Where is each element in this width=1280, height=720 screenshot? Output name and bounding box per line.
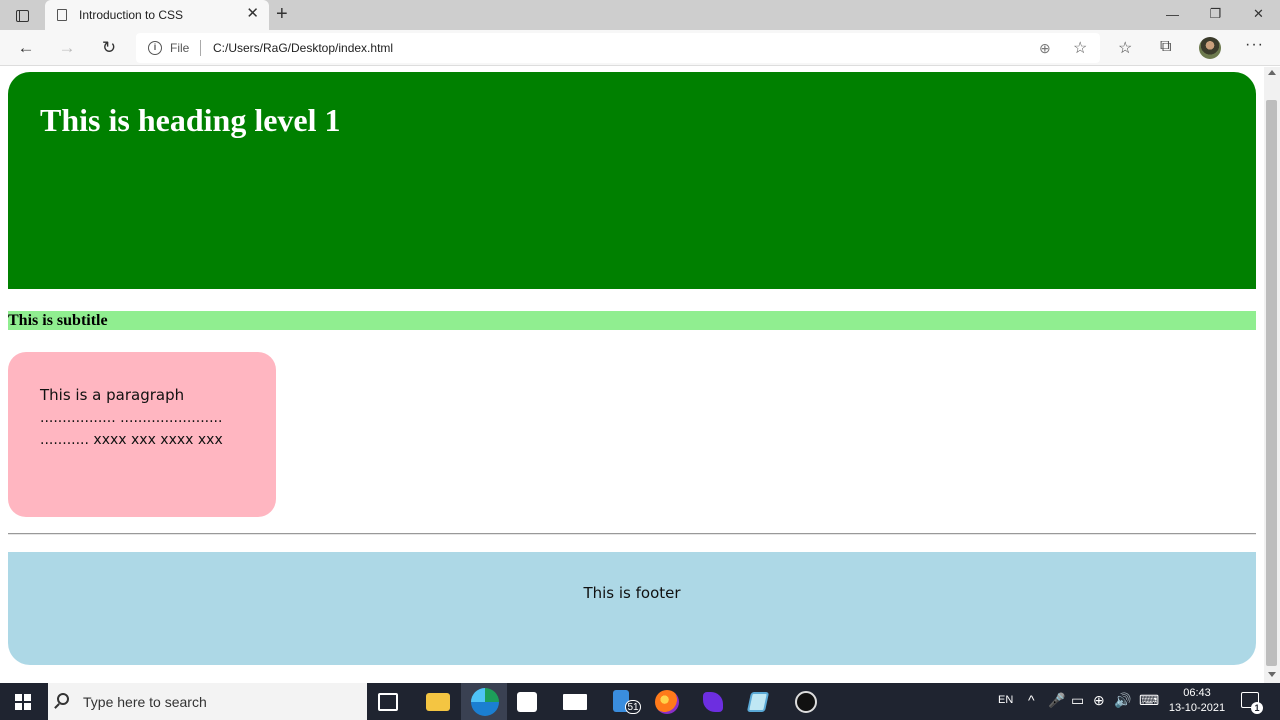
paragraph-line-1: This is a paragraph: [40, 386, 185, 404]
zoom-icon[interactable]: ⊕: [1039, 40, 1051, 57]
address-scheme-label: File: [170, 41, 190, 55]
more-options-icon[interactable]: ···: [1245, 36, 1264, 54]
microphone-icon[interactable]: 🎤: [1048, 692, 1065, 709]
paragraph-line-2: ................. ......................…: [40, 410, 223, 426]
forward-button[interactable]: →: [54, 36, 80, 60]
tab-actions-icon: [15, 10, 29, 22]
scroll-thumb[interactable]: [1266, 100, 1277, 666]
tab-actions-button[interactable]: [8, 5, 36, 27]
footer-text: This is footer: [583, 584, 681, 602]
notepad-icon[interactable]: [746, 692, 770, 712]
taskbar-search[interactable]: Type here to search: [48, 683, 367, 720]
horizontal-rule: [8, 533, 1256, 535]
close-window-button[interactable]: ✕: [1237, 0, 1280, 28]
page-heading: This is heading level 1: [40, 102, 341, 138]
page-viewport: This is heading level 1 This is subtitle…: [0, 67, 1264, 683]
paragraph-line-3: ........... xxxx xxx xxxx xxx: [40, 432, 223, 448]
paragraph: This is a paragraph ................. ..…: [40, 384, 260, 451]
scroll-down-arrow-icon[interactable]: [1268, 672, 1276, 677]
profile-avatar[interactable]: [1199, 37, 1221, 59]
search-placeholder: Type here to search: [83, 694, 207, 710]
app-purple-icon[interactable]: [703, 692, 723, 712]
mail-icon[interactable]: [563, 694, 587, 710]
page-header: This is heading level 1: [8, 72, 1256, 289]
start-button[interactable]: [0, 683, 46, 720]
vertical-scrollbar[interactable]: [1264, 67, 1280, 683]
browser-toolbar: ← → ↻ i File C:/Users/RaG/Desktop/index.…: [0, 30, 1280, 66]
window-controls: — ❐ ✕: [1151, 0, 1280, 30]
clock-time: 06:43: [1183, 687, 1211, 699]
reload-button[interactable]: ↻: [96, 36, 122, 60]
show-hidden-icons-icon[interactable]: ^: [1028, 692, 1035, 708]
address-url[interactable]: C:/Users/RaG/Desktop/index.html: [213, 41, 393, 55]
restore-button[interactable]: ❐: [1194, 0, 1237, 28]
tab-bar: Introduction to CSS ✕ + — ❐ ✕: [0, 0, 1280, 30]
phone-app-badge: 51: [625, 700, 641, 714]
paragraph-box: This is a paragraph ................. ..…: [8, 352, 276, 517]
page-subtitle: This is subtitle: [8, 311, 1256, 330]
edge-browser-icon[interactable]: [471, 688, 499, 716]
taskbar-clock[interactable]: 06:43 13-10-2021: [1168, 686, 1226, 716]
new-tab-button[interactable]: +: [276, 3, 288, 25]
scroll-up-arrow-icon[interactable]: [1268, 70, 1276, 75]
page-icon: [57, 9, 67, 21]
favorites-icon[interactable]: ☆: [1118, 38, 1132, 58]
obs-icon[interactable]: [795, 691, 817, 713]
battery-icon[interactable]: ▭: [1071, 692, 1084, 709]
network-icon[interactable]: ⊕: [1093, 692, 1105, 709]
firefox-icon[interactable]: [655, 690, 679, 714]
address-bar[interactable]: i File C:/Users/RaG/Desktop/index.html ⊕…: [136, 33, 1100, 63]
info-icon[interactable]: i: [148, 41, 162, 55]
browser-tab[interactable]: Introduction to CSS ✕: [45, 0, 269, 30]
task-view-icon[interactable]: [378, 693, 398, 711]
store-icon[interactable]: [517, 692, 537, 712]
address-separator: [200, 40, 201, 56]
back-button[interactable]: ←: [13, 36, 39, 60]
add-favorite-icon[interactable]: ☆: [1073, 38, 1087, 58]
taskbar: Type here to search 51 EN ^ 🎤 ▭ ⊕ 🔊 ⌨ 06…: [0, 683, 1280, 720]
file-explorer-icon[interactable]: [426, 693, 450, 711]
language-indicator[interactable]: EN: [998, 694, 1013, 706]
tab-close-icon[interactable]: ✕: [246, 6, 259, 22]
keyboard-icon[interactable]: ⌨: [1139, 692, 1159, 709]
volume-icon[interactable]: 🔊: [1114, 692, 1131, 709]
tab-title: Introduction to CSS: [79, 8, 184, 22]
windows-logo-icon: [15, 693, 31, 710]
collections-icon[interactable]: ⧉: [1160, 38, 1171, 56]
clock-date: 13-10-2021: [1168, 702, 1226, 714]
search-icon: [57, 693, 69, 705]
page-footer: This is footer: [8, 552, 1256, 665]
minimize-button[interactable]: —: [1151, 0, 1194, 28]
notification-badge: 1: [1251, 702, 1263, 714]
